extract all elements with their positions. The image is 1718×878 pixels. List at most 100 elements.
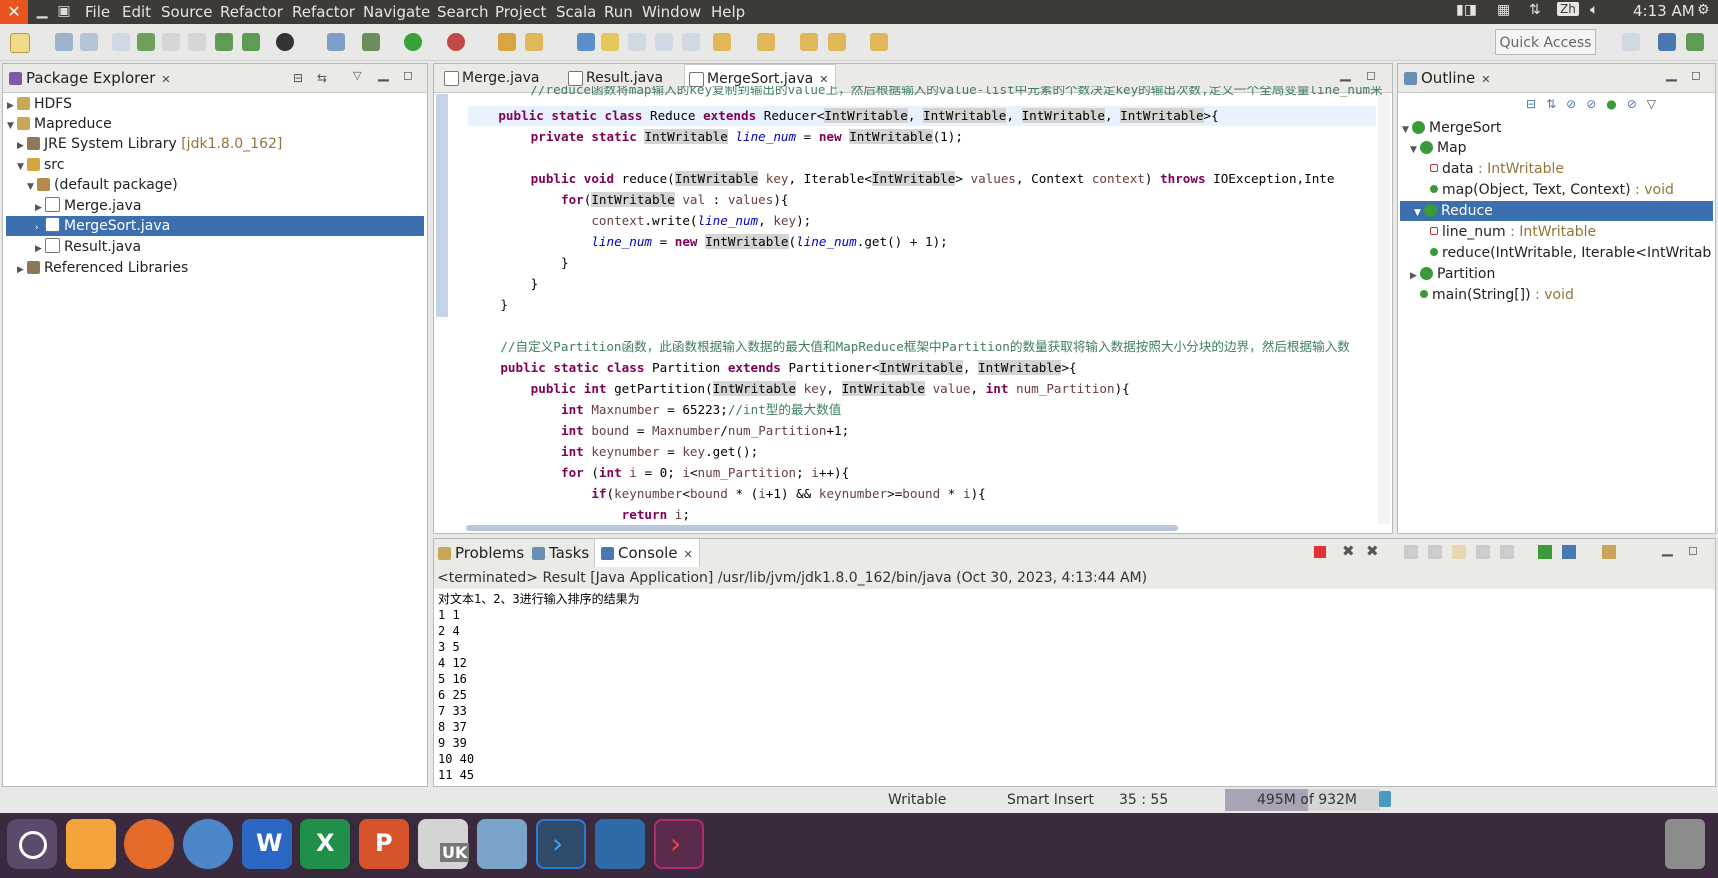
minimize-view-icon[interactable]: ▁ bbox=[1662, 541, 1673, 557]
trash-icon[interactable] bbox=[1665, 819, 1705, 869]
display-console-icon[interactable] bbox=[1562, 545, 1576, 559]
expand-icon[interactable]: ▶ bbox=[17, 136, 27, 156]
vscode-icon[interactable]: › bbox=[536, 819, 586, 869]
clear-console-icon[interactable] bbox=[1404, 545, 1418, 559]
mark-occurrences-icon[interactable] bbox=[601, 33, 619, 51]
remove-all-launches-icon[interactable]: ✖ bbox=[1366, 542, 1379, 560]
previous-edit-icon[interactable] bbox=[757, 33, 775, 51]
expand-icon[interactable]: ▶ bbox=[17, 260, 27, 280]
expand-icon[interactable]: ▶ bbox=[1410, 266, 1420, 286]
tree-item-default-package[interactable]: ▼ (default package) bbox=[27, 175, 178, 195]
tab-console[interactable]: Console ✕ bbox=[594, 539, 700, 567]
outline-item-data[interactable]: data : IntWritable bbox=[1430, 159, 1564, 179]
outline-item-line-num[interactable]: line_num : IntWritable bbox=[1430, 222, 1596, 242]
menu-refactor-2[interactable]: Refactor bbox=[292, 3, 355, 21]
format-icon[interactable] bbox=[162, 33, 180, 51]
window-switch-icon[interactable]: ▮◨ bbox=[1456, 2, 1477, 18]
run-icon[interactable] bbox=[404, 33, 422, 51]
hide-nonpublic-icon[interactable]: ● bbox=[1606, 97, 1626, 111]
debug-icon[interactable] bbox=[362, 33, 380, 51]
word-wrap-icon[interactable] bbox=[1452, 545, 1466, 559]
menu-window[interactable]: Window bbox=[642, 3, 701, 21]
outline-item-reduce[interactable]: ▼ Reduce bbox=[1400, 201, 1713, 221]
word-icon[interactable]: W bbox=[242, 819, 292, 869]
minimize-view-icon[interactable]: ▁ bbox=[378, 66, 389, 82]
chromium-icon[interactable] bbox=[183, 819, 233, 869]
tree-item-jre[interactable]: ▶ JRE System Library [jdk1.8.0_162] bbox=[17, 134, 282, 154]
menu-scala[interactable]: Scala bbox=[556, 3, 596, 21]
menu-help[interactable]: Help bbox=[711, 3, 745, 21]
menu-run[interactable]: Run bbox=[604, 3, 633, 21]
expand-icon[interactable]: ▶ bbox=[7, 96, 17, 116]
calendar-icon[interactable]: ▦ bbox=[1497, 2, 1510, 18]
show-whitespace-icon[interactable] bbox=[655, 33, 673, 51]
quick-access-field[interactable]: Quick Access bbox=[1495, 29, 1596, 55]
collapse-icon[interactable]: ▼ bbox=[17, 157, 27, 177]
terminal-icon[interactable]: › bbox=[654, 819, 704, 869]
external-tools-icon[interactable] bbox=[447, 33, 465, 51]
uk-keyboard-icon[interactable]: UK bbox=[418, 819, 470, 869]
tree-item-merge-java[interactable]: ▶ Merge.java bbox=[35, 196, 142, 216]
remove-launch-icon[interactable]: ✖ bbox=[1342, 542, 1355, 560]
sync-icon[interactable] bbox=[242, 33, 260, 51]
excel-icon[interactable]: X bbox=[300, 819, 350, 869]
printer-icon[interactable] bbox=[477, 819, 527, 869]
tree-item-result-java[interactable]: ▶ Result.java bbox=[35, 237, 141, 257]
package-explorer-tab[interactable]: Package Explorer ✕ bbox=[9, 69, 171, 87]
forward-icon[interactable] bbox=[870, 33, 888, 51]
mercury-icon[interactable] bbox=[276, 33, 294, 51]
expand-icon[interactable]: ▶ bbox=[35, 198, 45, 218]
paragraph-icon[interactable] bbox=[682, 33, 700, 51]
tree-item-referenced-libraries[interactable]: ▶ Referenced Libraries bbox=[17, 258, 188, 278]
minimize-view-icon[interactable]: ▁ bbox=[1666, 66, 1677, 82]
open-task-icon[interactable] bbox=[525, 33, 543, 51]
outline-item-reduce-method[interactable]: reduce(IntWritable, Iterable<IntWritab bbox=[1430, 243, 1711, 263]
collapse-all-icon[interactable]: ⊟ bbox=[293, 71, 303, 85]
maximize-view-icon[interactable]: ◻ bbox=[1366, 68, 1376, 82]
volume-icon[interactable]: 🔈︎ bbox=[1590, 2, 1598, 18]
powerpoint-icon[interactable]: P bbox=[359, 819, 409, 869]
hide-local-types-icon[interactable]: ⊘ bbox=[1627, 97, 1647, 111]
garbage-collect-icon[interactable] bbox=[1379, 791, 1391, 807]
tree-item-src[interactable]: ▼ src bbox=[17, 155, 64, 175]
task-icon[interactable] bbox=[188, 33, 206, 51]
maximize-view-icon[interactable]: ◻ bbox=[403, 68, 413, 82]
expand-icon[interactable]: › bbox=[35, 218, 45, 238]
minimize-view-icon[interactable]: ▁ bbox=[1340, 66, 1351, 82]
settings-gear-icon[interactable]: ⚙︎ bbox=[1697, 2, 1710, 18]
tab-tasks[interactable]: Tasks bbox=[532, 544, 589, 562]
collapse-icon[interactable]: ▼ bbox=[1410, 140, 1420, 160]
overview-ruler[interactable] bbox=[1378, 94, 1390, 524]
show-stdout-icon[interactable] bbox=[1476, 545, 1490, 559]
firefox-icon[interactable] bbox=[124, 819, 174, 869]
outline-item-partition[interactable]: ▶ Partition bbox=[1410, 264, 1495, 284]
input-method-indicator[interactable]: Zh bbox=[1557, 2, 1579, 16]
close-icon[interactable]: ✕ bbox=[161, 73, 170, 86]
pin-console-icon[interactable] bbox=[1538, 545, 1552, 559]
view-menu-icon[interactable]: ▽ bbox=[1647, 97, 1666, 111]
hide-fields-icon[interactable]: ⊘ bbox=[1566, 97, 1586, 111]
close-icon[interactable]: ✕ bbox=[1481, 73, 1490, 86]
maximize-window-button[interactable]: ▣ bbox=[52, 0, 76, 24]
last-edit-location-icon[interactable] bbox=[800, 33, 818, 51]
next-edit-icon[interactable] bbox=[713, 33, 731, 51]
skip-breakpoints-icon[interactable] bbox=[327, 33, 345, 51]
menu-navigate[interactable]: Navigate bbox=[363, 3, 430, 21]
minimize-window-button[interactable]: ▁ bbox=[30, 0, 54, 24]
tree-item-mapreduce[interactable]: ▼ Mapreduce bbox=[7, 114, 112, 134]
horizontal-scrollbar[interactable] bbox=[466, 525, 1178, 531]
clock[interactable]: 4:13 AM bbox=[1633, 2, 1695, 20]
ubuntu-menu-icon[interactable] bbox=[7, 819, 57, 869]
menu-search[interactable]: Search bbox=[437, 3, 489, 21]
java-perspective-icon[interactable] bbox=[1658, 33, 1676, 51]
eclipse-window-icon[interactable] bbox=[595, 819, 645, 869]
save-all-icon[interactable] bbox=[80, 33, 98, 51]
maximize-view-icon[interactable]: ◻ bbox=[1691, 68, 1701, 82]
back-icon[interactable] bbox=[828, 33, 846, 51]
maximize-view-icon[interactable]: ◻ bbox=[1688, 543, 1698, 557]
block-selection-icon[interactable] bbox=[628, 33, 646, 51]
sort-icon[interactable]: ⇅ bbox=[1546, 97, 1566, 111]
heap-status[interactable]: 495M of 932M bbox=[1225, 789, 1380, 811]
hide-static-icon[interactable]: ⊘ bbox=[1586, 97, 1606, 111]
menu-refactor[interactable]: Refactor bbox=[220, 3, 283, 21]
